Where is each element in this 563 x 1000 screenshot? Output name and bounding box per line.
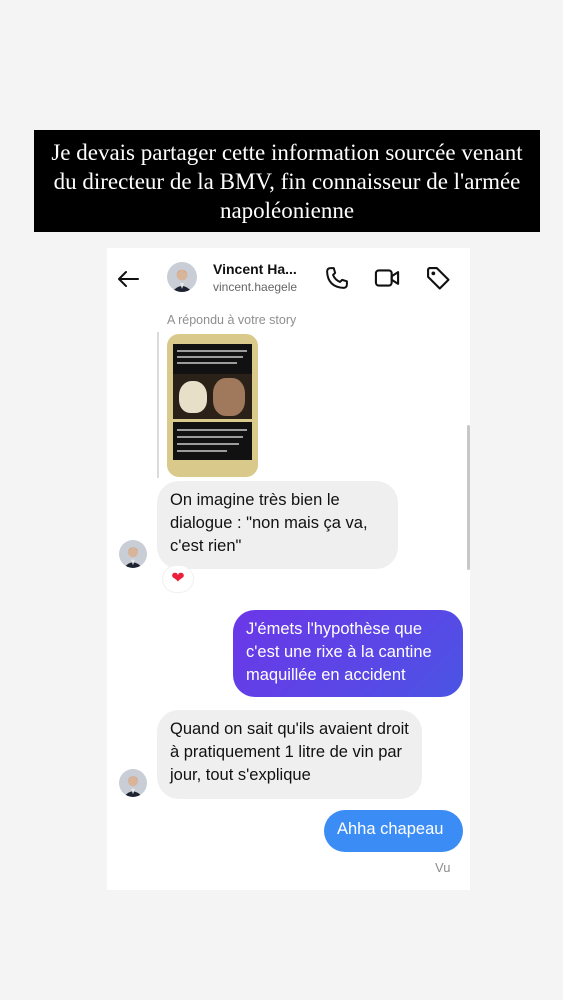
story-thumbnail[interactable] [167,334,258,477]
story-text-line [177,450,227,452]
avatar[interactable] [119,540,147,568]
story-reply-label: A répondu à votre story [167,313,297,327]
seen-status: Vu [435,860,451,875]
heart-reaction[interactable]: ❤ [163,566,193,592]
story-text-line [177,362,237,364]
story-text-line [177,350,247,352]
story-text-block [173,344,252,376]
contact-username: vincent.haegele [213,280,298,294]
avatar[interactable] [119,769,147,797]
dm-screen: Vincent Ha... vincent.haegele A répondu … [107,248,470,890]
video-icon[interactable] [373,264,401,292]
story-text-line [177,429,247,431]
skull-image [179,381,207,413]
back-arrow-icon[interactable] [115,266,141,292]
portrait-image [213,378,245,416]
story-text-line [177,443,239,445]
story-text-line [177,436,243,438]
reply-divider [157,332,159,478]
contact-name[interactable]: Vincent Ha... [213,261,297,277]
story-text-line [177,356,243,358]
scrollbar[interactable] [467,425,470,570]
avatar[interactable] [167,262,197,292]
tag-icon[interactable] [424,264,452,292]
caption-banner: Je devais partager cette information sou… [34,130,540,232]
message-bubble-incoming[interactable]: Quand on sait qu'ils avaient droit à pra… [157,710,422,799]
message-bubble-outgoing[interactable]: J'émets l'hypothèse que c'est une rixe à… [233,610,463,697]
message-bubble-outgoing[interactable]: Ahha chapeau [324,810,463,852]
chat-header: Vincent Ha... vincent.haegele [107,248,470,310]
message-bubble-incoming[interactable]: On imagine très bien le dialogue : "non … [157,481,398,569]
phone-icon[interactable] [323,264,351,292]
heart-icon: ❤ [171,570,185,587]
story-text-block [173,422,252,460]
